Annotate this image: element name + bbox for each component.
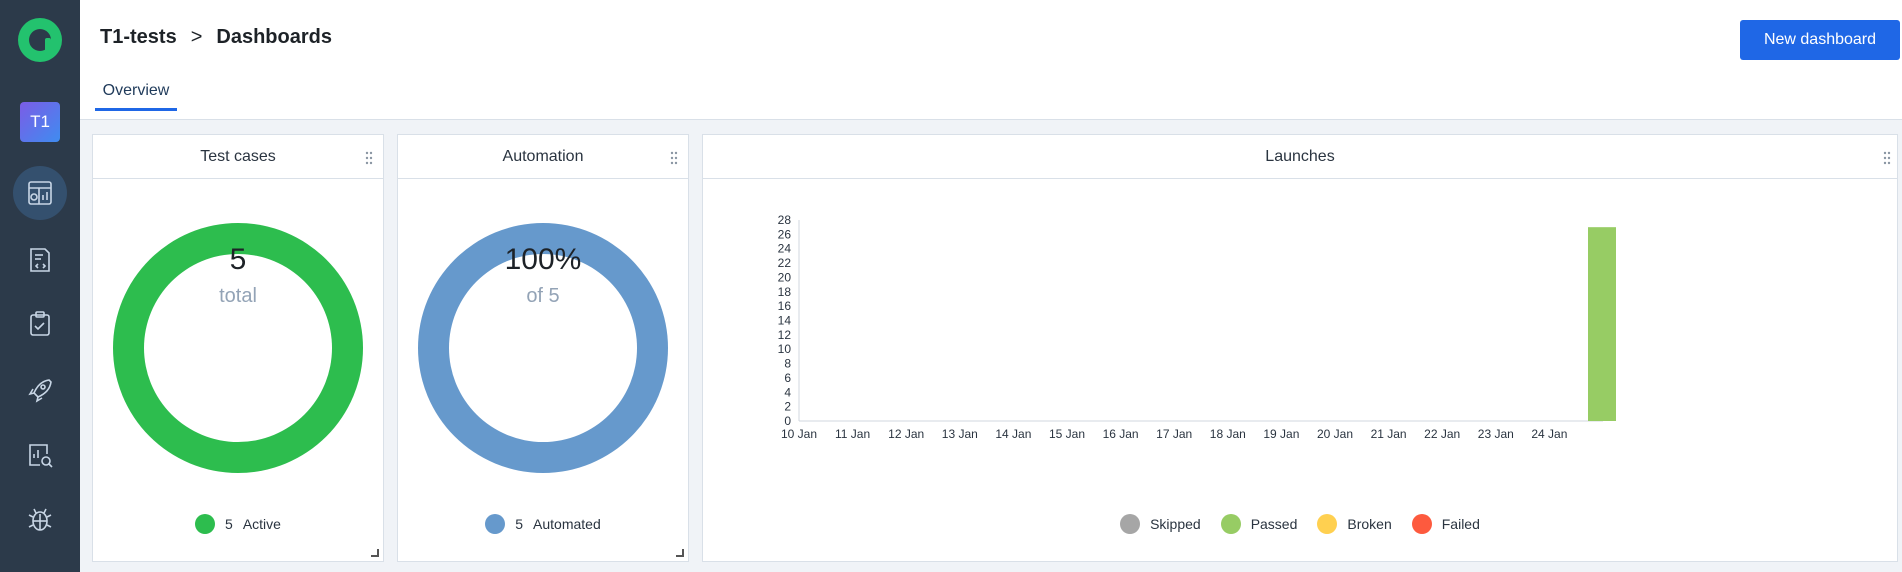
y-tick-label: 14 xyxy=(778,314,792,328)
app-logo[interactable] xyxy=(18,18,62,62)
launches-widget: Launches 0 2 4 6 8 10 12 14 16 18 20 22 24 26 28 10 Jan… xyxy=(702,134,1898,562)
x-tick-label: 18 Jan xyxy=(1210,427,1246,441)
widget-header: Test cases xyxy=(93,135,383,179)
y-tick-label: 2 xyxy=(784,400,791,414)
dashboard-icon xyxy=(28,181,52,205)
breadcrumb-separator: > xyxy=(190,26,203,48)
x-tick-label: 21 Jan xyxy=(1371,427,1407,441)
y-tick-label: 20 xyxy=(778,270,792,284)
y-tick-label: 4 xyxy=(784,385,791,399)
sidebar-item-dashboards[interactable] xyxy=(13,166,67,220)
analytics-icon xyxy=(29,444,53,468)
breadcrumb-project[interactable]: T1-tests xyxy=(100,26,177,49)
y-tick-label: 10 xyxy=(778,342,792,356)
y-tick-label: 26 xyxy=(778,227,792,241)
x-tick-label: 19 Jan xyxy=(1263,427,1299,441)
automation-widget: Automation 100% of 5 5 Automated xyxy=(397,134,689,562)
launches-icon xyxy=(28,379,52,403)
drag-handle-icon[interactable] xyxy=(670,151,678,165)
automation-sub: of 5 xyxy=(526,285,560,307)
project-badge[interactable]: T1 xyxy=(20,102,60,142)
sidebar-item-test-plans[interactable] xyxy=(13,297,67,351)
sidebar-item-defects[interactable] xyxy=(13,492,67,546)
main-content: T1-tests > Dashboards New dashboard Over… xyxy=(80,0,1902,572)
x-tick-label: 24 Jan xyxy=(1531,427,1567,441)
legend-item-skipped[interactable]: Skipped xyxy=(1120,514,1201,534)
legend-count: 5 xyxy=(515,516,524,532)
x-tick-label: 14 Jan xyxy=(995,427,1031,441)
sidebar-item-test-cases[interactable] xyxy=(13,233,67,287)
widget-title: Launches xyxy=(1265,147,1335,165)
automation-value: 100% xyxy=(504,243,582,276)
defects-icon xyxy=(28,508,52,531)
widget-legend: 5 Automated xyxy=(398,514,688,534)
top-bar: T1-tests > Dashboards New dashboard Over… xyxy=(80,0,1902,120)
widget-title: Automation xyxy=(502,147,584,165)
total-value: 5 xyxy=(229,243,247,276)
y-tick-label: 12 xyxy=(778,328,792,342)
resize-handle-icon[interactable] xyxy=(371,549,379,557)
x-tick-label: 23 Jan xyxy=(1478,427,1514,441)
x-tick-label: 20 Jan xyxy=(1317,427,1353,441)
legend-label: Passed xyxy=(1250,516,1298,532)
y-tick-label: 28 xyxy=(778,213,792,227)
launches-chart: 024681012141618202224262810 Jan 11 Jan 12 … xyxy=(778,213,1616,441)
legend-count: 5 xyxy=(225,516,233,532)
legend-label: Failed xyxy=(1441,516,1480,532)
test-cases-icon xyxy=(30,248,50,272)
x-tick-label: 10 Jan xyxy=(781,427,817,441)
x-tick-label: 13 Jan xyxy=(942,427,978,441)
x-tick-label: 16 Jan xyxy=(1103,427,1139,441)
x-tick-label: 22 Jan xyxy=(1424,427,1460,441)
legend-dot xyxy=(195,514,216,534)
new-dashboard-button[interactable]: New dashboard xyxy=(1740,20,1900,60)
sidebar-item-launches[interactable] xyxy=(13,363,67,417)
legend-item-failed[interactable]: Failed xyxy=(1411,514,1480,534)
chart-legend: Skipped Passed Broken Failed xyxy=(703,514,1897,534)
tab-overview[interactable]: Overview xyxy=(95,78,177,111)
widget-header: Launches xyxy=(703,135,1897,179)
legend-label: Skipped xyxy=(1150,516,1201,532)
legend-label: Active xyxy=(242,516,281,532)
page-title: Dashboards xyxy=(216,26,332,48)
legend-dot xyxy=(485,514,506,534)
y-tick-label: 18 xyxy=(778,285,792,299)
breadcrumb: T1-tests > Dashboards xyxy=(100,26,332,49)
test-cases-widget: Test cases 5 total 5 Active xyxy=(92,134,384,562)
legend-dot xyxy=(1411,514,1432,534)
test-plans-icon xyxy=(30,311,50,336)
x-tick-label: 17 Jan xyxy=(1156,427,1192,441)
drag-handle-icon[interactable] xyxy=(365,151,373,165)
y-tick-label: 6 xyxy=(784,371,791,385)
widget-legend: 5 Active xyxy=(93,514,383,534)
legend-item-broken[interactable]: Broken xyxy=(1317,514,1392,534)
y-tick-label: 0 xyxy=(784,414,791,428)
widget-title: Test cases xyxy=(200,147,276,165)
legend-label: Broken xyxy=(1347,516,1392,532)
x-tick-label: 11 Jan xyxy=(835,427,870,441)
widget-header: Automation xyxy=(398,135,688,179)
legend-item-passed[interactable]: Passed xyxy=(1220,514,1298,534)
sidebar: T1 xyxy=(0,0,80,572)
resize-handle-icon[interactable] xyxy=(676,549,684,557)
y-tick-label: 8 xyxy=(784,357,791,371)
bar-passed xyxy=(1588,227,1616,421)
total-label: total xyxy=(219,285,257,307)
y-tick-label: 22 xyxy=(778,256,792,270)
legend-dot xyxy=(1120,514,1141,534)
sidebar-item-analytics[interactable] xyxy=(13,428,67,482)
drag-handle-icon[interactable] xyxy=(1883,151,1891,165)
x-tick-label: 12 Jan xyxy=(888,427,924,441)
x-tick-label: 15 Jan xyxy=(1049,427,1085,441)
legend-label: Automated xyxy=(533,516,601,532)
y-tick-label: 16 xyxy=(778,299,792,313)
legend-dot xyxy=(1317,514,1338,534)
legend-dot xyxy=(1220,514,1241,534)
y-tick-label: 24 xyxy=(778,242,792,256)
